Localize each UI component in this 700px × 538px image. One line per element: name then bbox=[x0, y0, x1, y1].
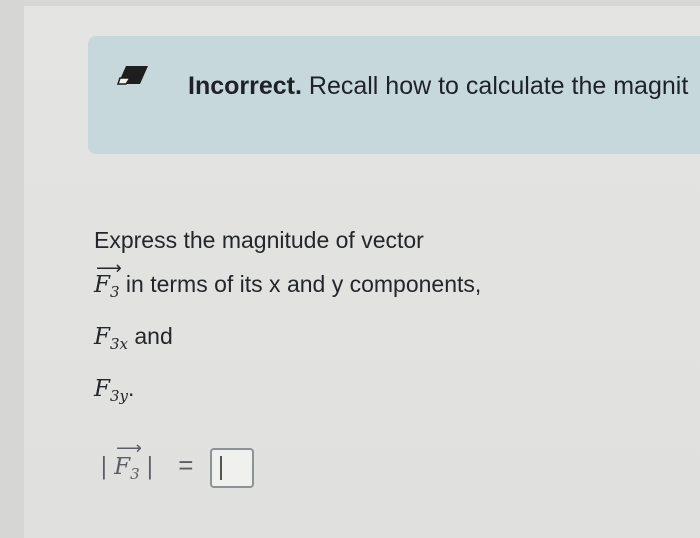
question-text: Express the magnitude of vector ⟶ F3 in … bbox=[94, 218, 481, 418]
period: . bbox=[128, 375, 135, 401]
component-f3x: F3x bbox=[94, 324, 128, 353]
answer-abs-open: | bbox=[100, 454, 108, 481]
question-line-1: Express the magnitude of vector bbox=[94, 227, 424, 253]
question-components-text: in terms of its x and y components, bbox=[125, 271, 482, 297]
question-line-2: ⟶ F3 in terms of its x and y components, bbox=[94, 258, 482, 314]
answer-row: | ⟶ F3 | = bbox=[100, 438, 254, 488]
top-divider bbox=[24, 0, 700, 6]
answer-abs-close: | bbox=[146, 454, 154, 481]
answer-vector-f3: ⟶ F3 bbox=[114, 438, 142, 484]
vector-arrow-icon: ⟶ bbox=[116, 438, 142, 460]
answer-input[interactable] bbox=[209, 448, 254, 488]
feedback-hint: Recall how to calculate the magnit bbox=[308, 72, 689, 100]
equals-sign: = bbox=[178, 450, 194, 481]
page-edge bbox=[0, 0, 24, 538]
question-line-3: F3x and bbox=[94, 314, 481, 366]
vector-f3: ⟶ F3 bbox=[94, 258, 122, 314]
feedback-status: Incorrect. bbox=[188, 72, 302, 100]
feedback-banner: Incorrect. Recall how to calculate the m… bbox=[88, 36, 700, 154]
and-text: and bbox=[134, 323, 173, 349]
text-caret bbox=[219, 456, 222, 480]
feedback-message: Incorrect. Recall how to calculate the m… bbox=[188, 72, 688, 101]
eraser-icon bbox=[116, 64, 150, 86]
component-f3y: F3y bbox=[94, 376, 128, 405]
question-line-4: F3y. bbox=[94, 366, 481, 418]
vector-arrow-icon: ⟶ bbox=[96, 258, 122, 279]
